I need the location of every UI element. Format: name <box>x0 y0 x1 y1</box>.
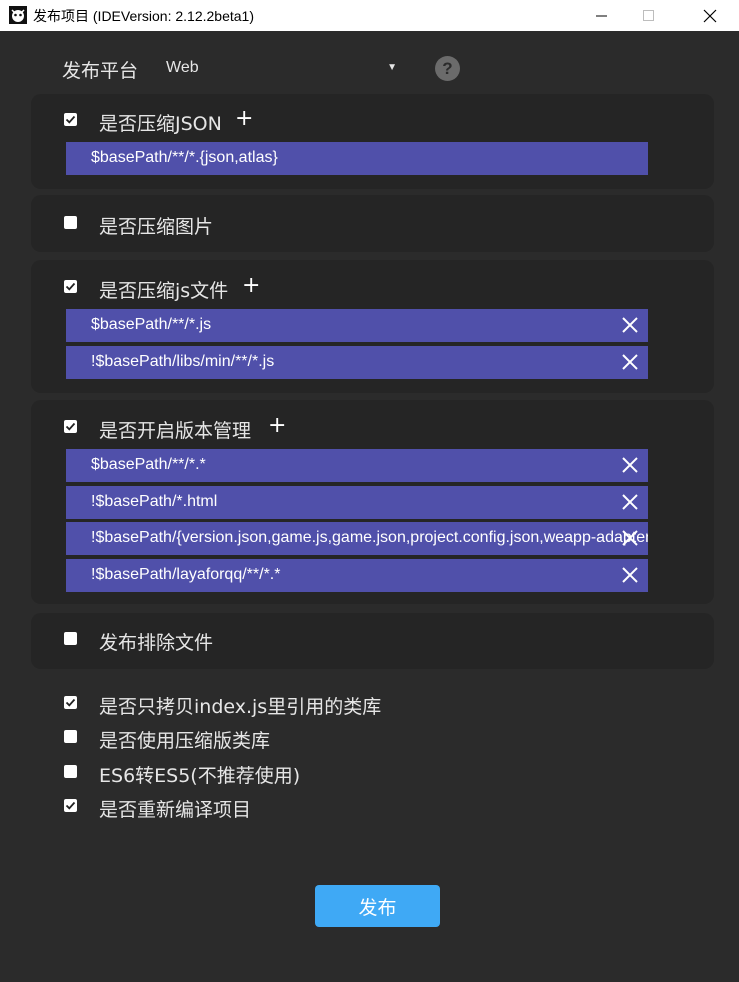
publish-button[interactable]: 发布 <box>315 885 440 927</box>
checkbox-exclude-files[interactable] <box>64 632 77 645</box>
window-titlebar: 发布项目 (IDEVersion: 2.12.2beta1) <box>0 0 739 31</box>
checkbox-use-min-libs[interactable] <box>64 730 77 743</box>
platform-label: 发布平台 <box>62 60 139 82</box>
path-text: $basePath/**/*.* <box>91 456 206 473</box>
maximize-button[interactable] <box>626 0 672 31</box>
remove-path-icon[interactable] <box>620 528 640 548</box>
publish-dialog-content: 发布平台 Web ▼ ? 是否压缩JSON + $basePath/**/*.{… <box>0 31 739 982</box>
platform-select[interactable]: Web ▼ <box>155 53 406 85</box>
label-compress-images: 是否压缩图片 <box>99 216 214 238</box>
minimize-button[interactable] <box>579 0 625 31</box>
path-text: $basePath/**/*.js <box>91 316 212 333</box>
label-compress-js: 是否压缩js文件 <box>99 280 229 302</box>
checkbox-compress-json[interactable] <box>64 113 77 126</box>
app-icon <box>9 6 27 24</box>
path-text: $basePath/**/*.{json,atlas} <box>91 149 278 166</box>
path-text: !$basePath/{version.json,game.js,game.js… <box>91 529 648 546</box>
dropdown-caret-icon: ▼ <box>387 62 397 73</box>
path-row[interactable]: $basePath/**/*.* <box>66 449 648 482</box>
path-row[interactable]: $basePath/**/*.{json,atlas} <box>66 142 648 175</box>
checkmark-icon <box>65 282 76 291</box>
path-row[interactable]: !$basePath/layaforqq/**/*.* <box>66 559 648 592</box>
close-icon <box>703 9 717 22</box>
add-path-button-version[interactable]: + <box>268 415 286 437</box>
path-row[interactable]: !$basePath/{version.json,game.js,game.js… <box>66 522 648 555</box>
add-path-button-js[interactable]: + <box>242 275 260 297</box>
checkmark-icon <box>65 422 76 431</box>
publish-button-label: 发布 <box>358 896 397 919</box>
remove-path-icon[interactable] <box>620 352 640 372</box>
path-text: !$basePath/libs/min/**/*.js <box>91 353 275 370</box>
remove-path-icon[interactable] <box>620 492 640 512</box>
checkbox-compress-images[interactable] <box>64 216 77 229</box>
path-row[interactable]: $basePath/**/*.js <box>66 309 648 342</box>
label-compress-json: 是否压缩JSON <box>99 113 222 135</box>
window-title: 发布项目 (IDEVersion: 2.12.2beta1) <box>33 8 254 24</box>
checkbox-es6-to-es5[interactable] <box>64 765 77 778</box>
remove-path-icon[interactable] <box>620 455 640 475</box>
checkbox-compress-js[interactable] <box>64 280 77 293</box>
platform-selected-value: Web <box>166 59 199 76</box>
minimize-icon <box>596 15 607 16</box>
label-recompile: 是否重新编译项目 <box>99 799 252 821</box>
path-row[interactable]: !$basePath/libs/min/**/*.js <box>66 346 648 379</box>
checkmark-icon <box>65 801 76 810</box>
label-copy-referenced-libs: 是否只拷贝index.js里引用的类库 <box>99 696 382 718</box>
checkmark-icon <box>65 115 76 124</box>
label-exclude-files: 发布排除文件 <box>99 632 214 654</box>
remove-path-icon[interactable] <box>620 315 640 335</box>
checkbox-recompile[interactable] <box>64 799 77 812</box>
add-path-button-json[interactable]: + <box>235 108 253 130</box>
checkbox-version-control[interactable] <box>64 420 77 433</box>
path-row[interactable]: !$basePath/*.html <box>66 486 648 519</box>
path-text: !$basePath/layaforqq/**/*.* <box>91 566 281 583</box>
remove-path-icon[interactable] <box>620 565 640 585</box>
checkmark-icon <box>65 698 76 707</box>
checkbox-copy-referenced-libs[interactable] <box>64 696 77 709</box>
label-use-min-libs: 是否使用压缩版类库 <box>99 730 271 752</box>
maximize-icon <box>643 9 654 21</box>
path-text: !$basePath/*.html <box>91 493 218 510</box>
label-es6-to-es5: ES6转ES5(不推荐使用) <box>99 765 301 787</box>
close-button[interactable] <box>687 0 733 31</box>
help-icon[interactable]: ? <box>435 56 460 81</box>
label-version-control: 是否开启版本管理 <box>99 420 252 442</box>
